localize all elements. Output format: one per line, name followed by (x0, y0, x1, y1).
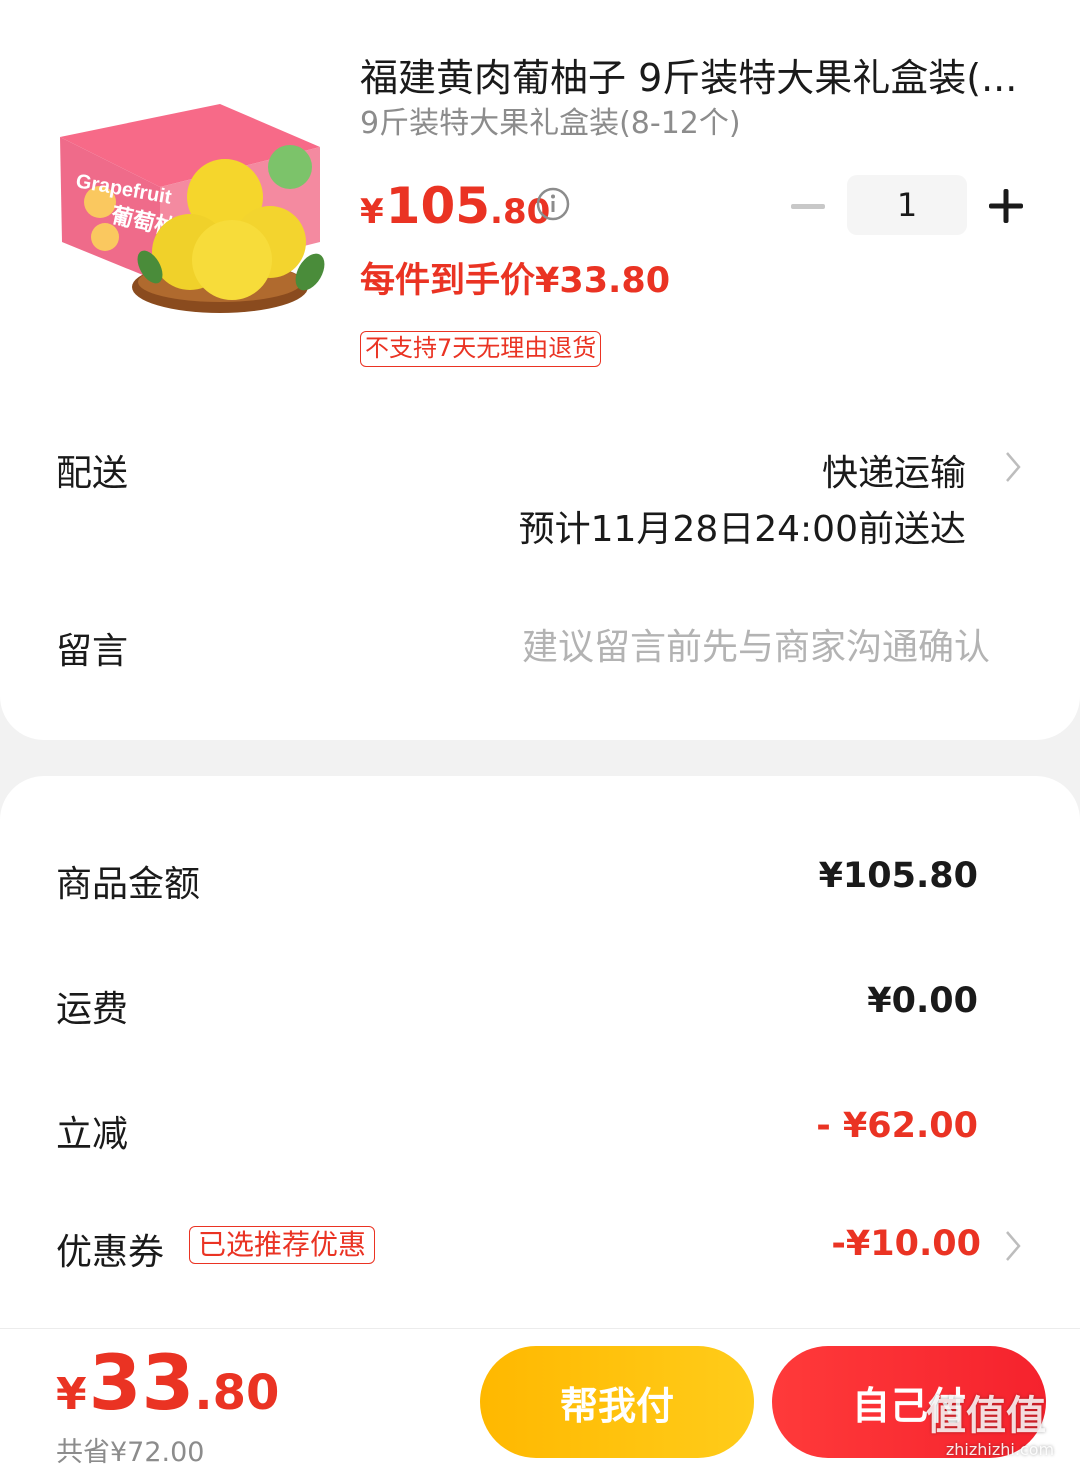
watermark-url: zhizhizhi.com (945, 1440, 1055, 1459)
shipping-value: ¥0.00 (867, 981, 978, 1021)
coupon-selected-tag[interactable]: 已选推荐优惠 (189, 1226, 376, 1264)
quantity-input[interactable] (847, 175, 967, 235)
discount-value: - ¥62.00 (816, 1106, 978, 1146)
chevron-right-icon[interactable] (1004, 450, 1022, 484)
grapefruit-box-illustration: Grapefruit 葡萄柚 (60, 104, 325, 313)
goods-amount-label: 商品金额 (56, 864, 201, 905)
total-price: ¥ 33 .80 (56, 1338, 279, 1428)
price-integer: 105 (385, 177, 491, 235)
total-decimal: .80 (194, 1365, 280, 1421)
delivery-method[interactable]: 快递运输 (822, 444, 966, 496)
delivery-eta: 预计11月28日24:00前送达 (518, 509, 966, 550)
watermark-logo: 值值值 (926, 1393, 1046, 1439)
delivery-label: 配送 (56, 453, 129, 494)
help-pay-button[interactable]: 帮我付 (480, 1346, 754, 1458)
per-item-price: 每件到手价¥33.80 (360, 261, 671, 301)
coupon-value[interactable]: -¥10.00 (831, 1224, 981, 1264)
price-currency: ¥ (360, 192, 384, 232)
total-integer: 33 (88, 1338, 195, 1427)
product-title[interactable]: 福建黄肉葡柚子 9斤装特大果礼盒装(... (360, 54, 1040, 102)
total-saved: 共省¥72.00 (56, 1437, 205, 1468)
note-label: 留言 (56, 631, 129, 672)
quantity-decrease-button[interactable] (788, 187, 828, 227)
product-price: ¥ 105 .80 (360, 178, 550, 234)
quantity-increase-button[interactable] (984, 184, 1028, 228)
return-policy-tag: 不支持7天无理由退货 (360, 331, 602, 367)
discount-label: 立减 (56, 1114, 129, 1155)
product-image[interactable]: Grapefruit 葡萄柚 (40, 92, 340, 322)
total-currency: ¥ (56, 1369, 87, 1420)
goods-amount-value: ¥105.80 (818, 856, 978, 896)
product-spec[interactable]: 9斤装特大果礼盒装(8-12个) (360, 104, 741, 144)
note-input[interactable] (360, 617, 990, 677)
info-icon[interactable] (535, 186, 571, 222)
watermark: 值值值 zhizhizhi.com (926, 1392, 1074, 1476)
chevron-right-icon[interactable] (1004, 1229, 1022, 1263)
minus-icon (791, 204, 825, 209)
plus-icon (989, 189, 1023, 223)
shipping-label: 运费 (56, 989, 129, 1030)
coupon-label: 优惠券 (56, 1232, 165, 1273)
